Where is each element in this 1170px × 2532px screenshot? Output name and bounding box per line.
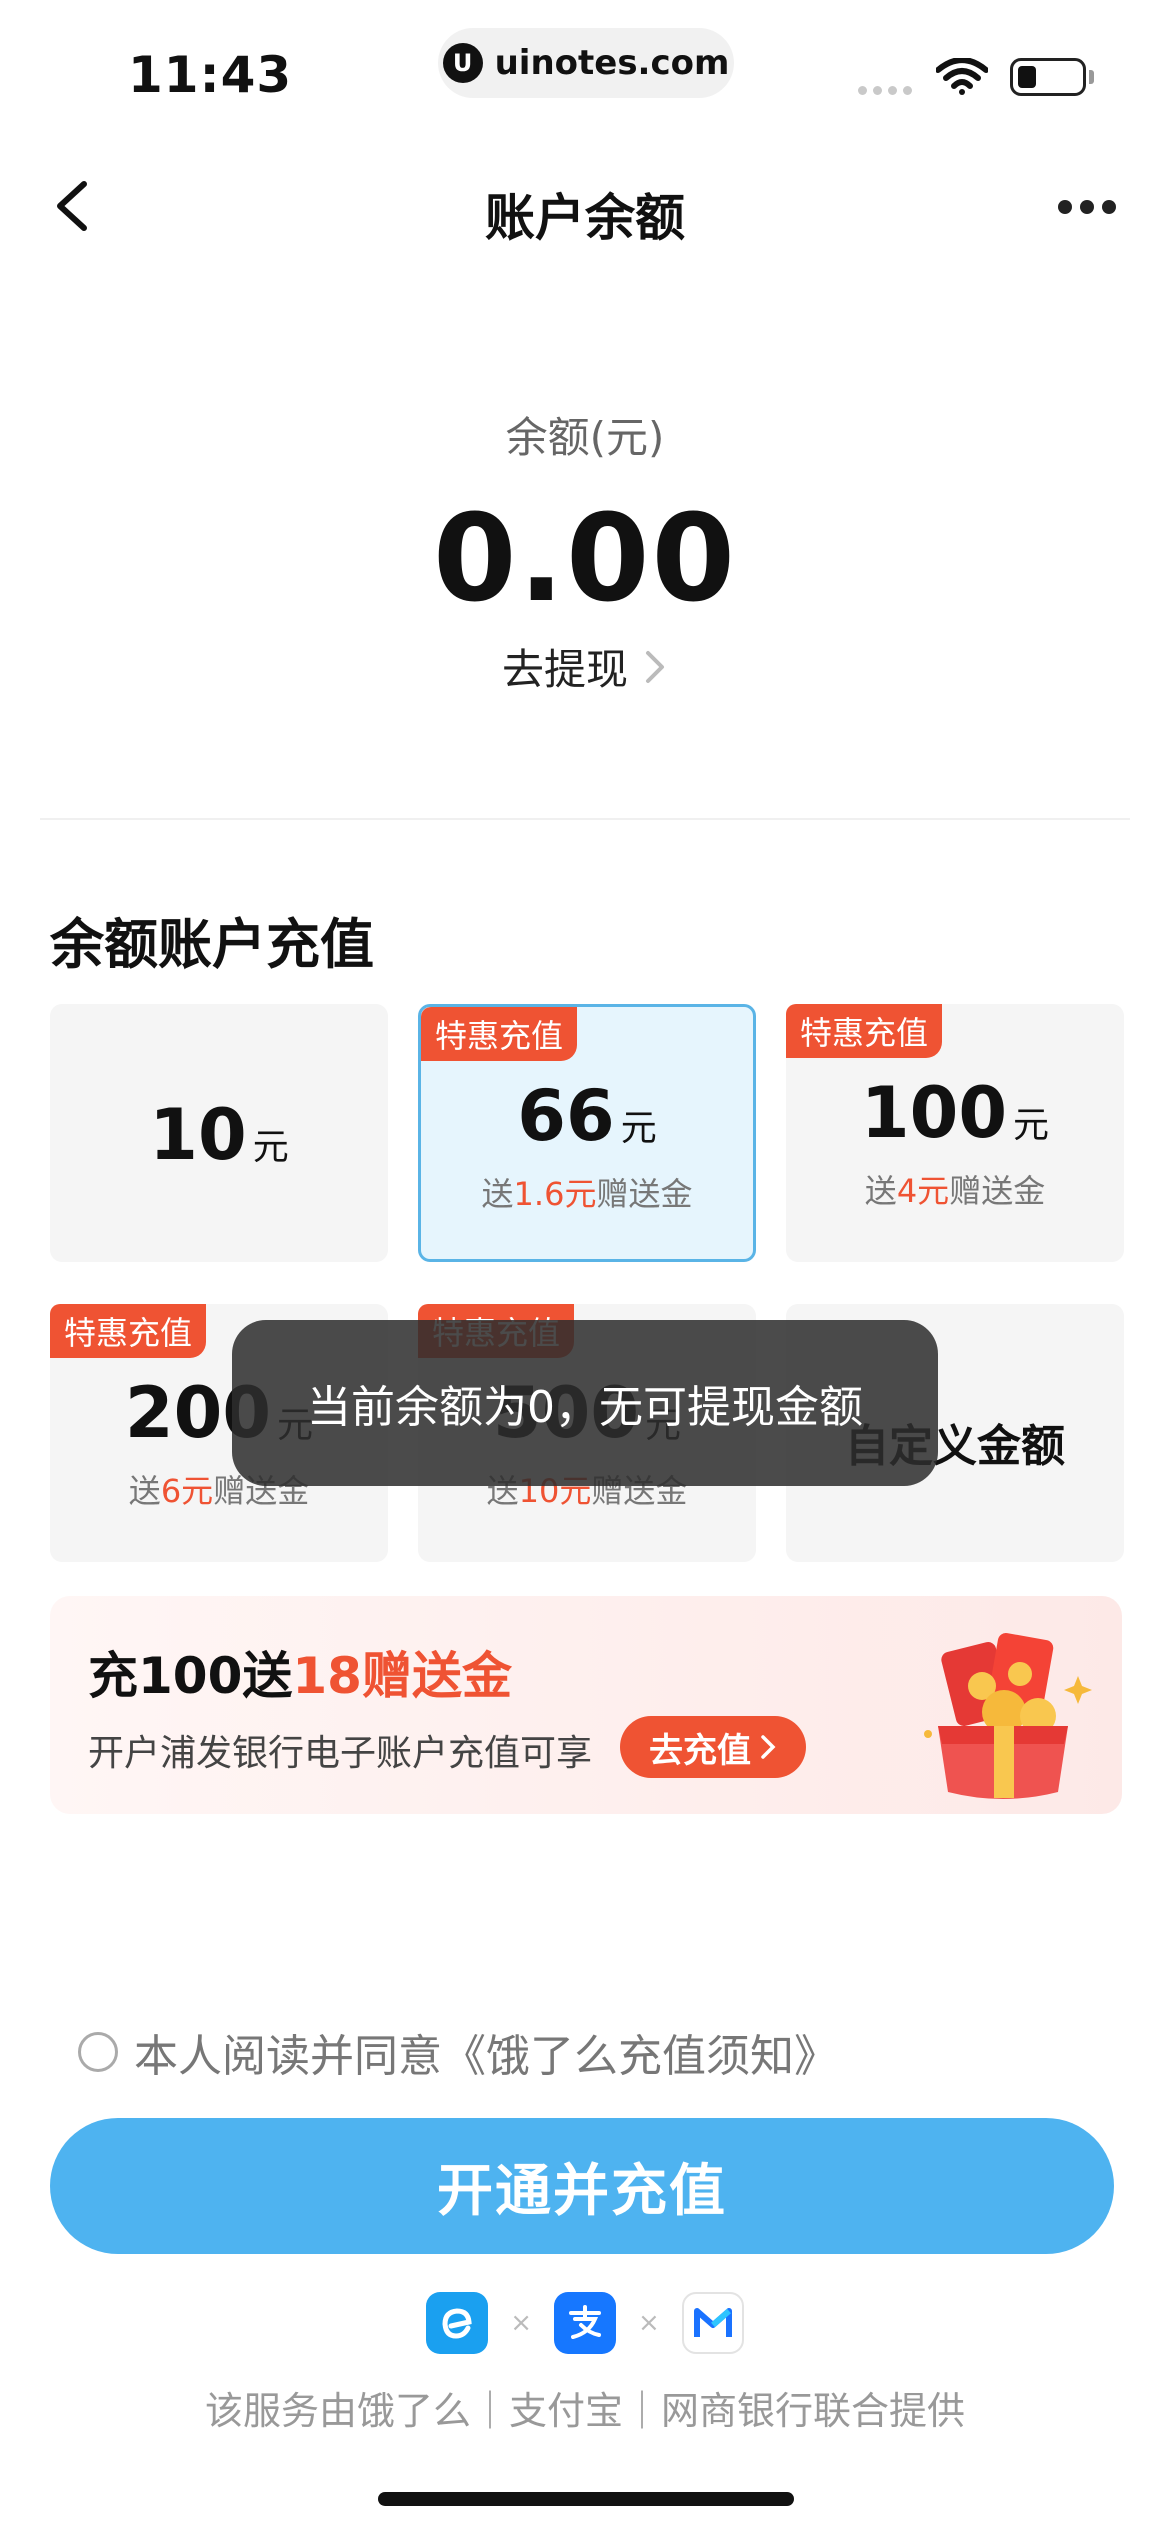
agreement-radio[interactable] <box>78 2032 118 2072</box>
open-and-recharge-button[interactable]: 开通并充值 <box>50 2118 1114 2254</box>
promo-subtitle: 开户浦发银行电子账户充值可享 <box>88 1733 593 1774</box>
more-options-icon[interactable] <box>1058 200 1116 214</box>
recharge-section-title: 余额账户充值 <box>50 913 374 976</box>
recharge-option-10[interactable]: 10 元 <box>50 1004 388 1262</box>
bonus-text: 送1.6元赠送金 <box>421 1169 753 1215</box>
divider <box>40 818 1130 820</box>
partner-logos: × × <box>0 2292 1170 2354</box>
agreement-row[interactable]: 本人阅读并同意《饿了么充值须知》 <box>78 2020 838 2084</box>
card-amount: 10 <box>149 1094 247 1176</box>
special-offer-badge: 特惠充值 <box>50 1304 207 1358</box>
toast-message: 当前余额为0，无可提现金额 <box>232 1320 938 1486</box>
gift-box-icon <box>924 1633 1092 1799</box>
chevron-right-icon <box>761 1735 776 1759</box>
bonus-prefix: 送 <box>481 1175 514 1213</box>
recharge-option-66[interactable]: 特惠充值 66 元 送1.6元赠送金 <box>418 1004 756 1262</box>
promo-title-highlight: 18赠送金 <box>292 1647 512 1705</box>
recharge-option-100[interactable]: 特惠充值 100 元 送4元赠送金 <box>786 1004 1124 1262</box>
bonus-amount: 6元 <box>160 1472 214 1510</box>
balance-value: 0.00 <box>432 490 738 629</box>
eleme-logo-icon <box>426 2292 489 2354</box>
promo-recharge-button[interactable]: 去充值 <box>620 1716 806 1778</box>
promo-button-label: 去充值 <box>649 1730 751 1771</box>
bonus-prefix: 送 <box>128 1472 161 1510</box>
bonus-amount: 1.6元 <box>513 1175 597 1213</box>
bonus-suffix: 赠送金 <box>596 1175 693 1213</box>
chevron-right-icon <box>646 650 664 683</box>
withdraw-link[interactable]: 去提现 <box>0 636 1170 697</box>
site-logo-icon: U <box>442 43 483 83</box>
url-text: uinotes.com <box>494 43 730 83</box>
card-unit: 元 <box>252 1127 289 1168</box>
bonus-text: 送4元赠送金 <box>786 1166 1124 1212</box>
promo-banner[interactable]: 充100送18赠送金 开户浦发银行电子账户充值可享 去充值 <box>50 1596 1122 1814</box>
agreement-text[interactable]: 本人阅读并同意《饿了么充值须知》 <box>134 2020 838 2084</box>
alipay-logo-icon <box>554 2292 616 2354</box>
withdraw-label: 去提现 <box>501 645 628 694</box>
promo-title-prefix: 充100送 <box>88 1647 293 1705</box>
home-indicator <box>378 2492 794 2506</box>
page-title: 账户余额 <box>485 189 685 247</box>
signal-icon <box>858 86 912 95</box>
url-pill[interactable]: U uinotes.com <box>438 28 734 98</box>
battery-icon <box>1010 58 1086 96</box>
bonus-amount: 4元 <box>896 1172 950 1210</box>
wifi-icon <box>936 58 988 95</box>
card-unit: 元 <box>620 1108 657 1149</box>
footer-provider-text: 该服务由饿了么｜支付宝｜网商银行联合提供 <box>204 2389 965 2433</box>
mybank-logo-icon <box>681 2292 744 2354</box>
special-offer-badge: 特惠充值 <box>421 1007 578 1061</box>
card-amount: 100 <box>860 1072 1008 1154</box>
card-amount: 66 <box>517 1075 615 1157</box>
status-time: 11:43 <box>128 46 293 104</box>
card-unit: 元 <box>1013 1105 1050 1146</box>
promo-title: 充100送18赠送金 <box>88 1636 512 1708</box>
special-offer-badge: 特惠充值 <box>786 1004 943 1058</box>
times-separator: × <box>638 2308 660 2338</box>
balance-label: 余额(元) <box>505 413 665 462</box>
times-separator: × <box>510 2308 532 2338</box>
battery-tip <box>1089 70 1094 84</box>
bonus-suffix: 赠送金 <box>949 1172 1046 1210</box>
bonus-prefix: 送 <box>864 1172 897 1210</box>
